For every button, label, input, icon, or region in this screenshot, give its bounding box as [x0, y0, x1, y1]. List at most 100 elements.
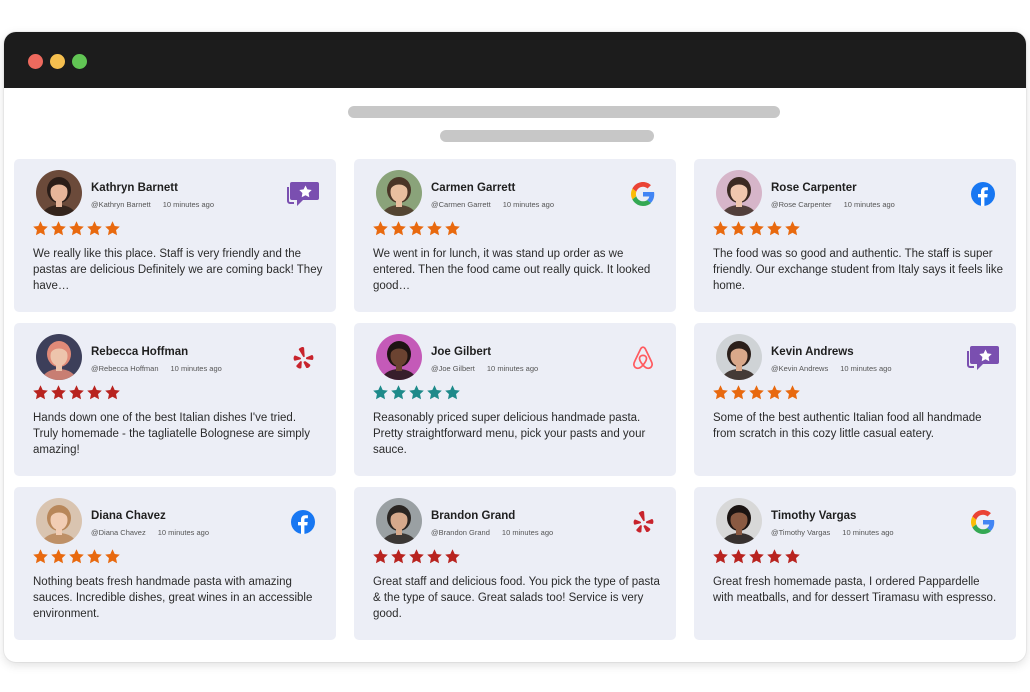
reviewer-handle: @Carmen Garrett [431, 200, 491, 209]
review-time: 10 minutes ago [157, 528, 210, 537]
star-icon [50, 548, 67, 565]
avatar [36, 334, 82, 380]
star-icon [372, 548, 389, 565]
star-icon [748, 548, 765, 565]
star-rating [372, 384, 461, 401]
star-icon [444, 548, 461, 565]
reviewer-name: Brandon Grand [431, 510, 516, 522]
reviewer-handle: @Diana Chavez [91, 528, 146, 537]
star-icon [408, 220, 425, 237]
star-rating [32, 220, 121, 237]
airbnb-icon [626, 343, 660, 373]
star-rating [712, 548, 801, 565]
review-card[interactable]: Timothy Vargas @Timothy Vargas 10 minutes … [694, 487, 1016, 640]
reviewer-handle: @Rose Carpenter [771, 200, 832, 209]
review-time: 10 minutes ago [502, 200, 555, 209]
review-meta: @Rose Carpenter 10 minutes ago [771, 200, 895, 209]
star-icon [372, 220, 389, 237]
star-rating [372, 548, 461, 565]
review-text: Reasonably priced super delicious handma… [373, 412, 646, 456]
review-time: 10 minutes ago [162, 200, 215, 209]
review-meta: @Rebecca Hoffman 10 minutes ago [91, 364, 222, 373]
reviewer-name: Rebecca Hoffman [91, 346, 189, 358]
star-rating [372, 220, 461, 237]
star-icon [712, 220, 729, 237]
avatar [716, 170, 762, 216]
testimonial-icon [966, 343, 1000, 373]
review-text: Hands down one of the best Italian dishe… [33, 412, 310, 456]
maximize-window-button[interactable] [72, 54, 87, 69]
review-time: 10 minutes ago [843, 200, 895, 209]
close-window-button[interactable] [28, 54, 43, 69]
placeholder-subheading-bar [440, 130, 654, 142]
star-rating [712, 220, 801, 237]
placeholder-heading-bar [348, 106, 780, 118]
star-icon [712, 384, 729, 401]
review-card[interactable]: Rebecca Hoffman @Rebecca Hoffman 10 minute… [14, 323, 336, 476]
browser-window: Kathryn Barnett @Kathryn Barnett 10 minute… [4, 32, 1026, 662]
star-icon [32, 548, 49, 565]
yelp-icon [626, 507, 660, 537]
facebook-icon [966, 179, 1000, 209]
reviewer-handle: @Kevin Andrews [771, 364, 829, 373]
title-bar [4, 32, 1026, 88]
star-icon [86, 548, 103, 565]
yelp-icon [286, 343, 320, 373]
review-meta: @Joe Gilbert 10 minutes ago [431, 364, 538, 373]
facebook-icon [286, 507, 320, 537]
star-icon [712, 548, 729, 565]
star-icon [32, 220, 49, 237]
avatar [376, 170, 422, 216]
star-icon [390, 548, 407, 565]
review-card[interactable]: Diana Chavez @Diana Chavez 10 minutes ago N… [14, 487, 336, 640]
avatar [716, 334, 762, 380]
google-icon [966, 507, 1000, 537]
review-text: We really like this place. Staff is very… [33, 248, 323, 292]
star-icon [104, 384, 121, 401]
reviewer-name: Kevin Andrews [771, 346, 854, 358]
reviewer-name: Diana Chavez [91, 510, 166, 522]
star-icon [730, 384, 747, 401]
review-meta: @Timothy Vargas 10 minutes ago [771, 528, 894, 537]
reviewer-handle: @Brandon Grand [431, 528, 490, 537]
reviewer-handle: @Kathryn Barnett [91, 200, 151, 209]
star-icon [748, 384, 765, 401]
reviewer-name: Timothy Vargas [771, 510, 857, 522]
avatar [376, 498, 422, 544]
review-card[interactable]: Kevin Andrews @Kevin Andrews 10 minutes ag… [694, 323, 1016, 476]
star-icon [50, 384, 67, 401]
star-icon [766, 384, 783, 401]
avatar [36, 170, 82, 216]
review-time: 10 minutes ago [501, 528, 554, 537]
star-icon [784, 548, 801, 565]
star-icon [426, 384, 443, 401]
star-rating [32, 548, 121, 565]
testimonial-icon [286, 179, 320, 209]
star-icon [86, 220, 103, 237]
minimize-window-button[interactable] [50, 54, 65, 69]
star-icon [784, 384, 801, 401]
review-card[interactable]: Kathryn Barnett @Kathryn Barnett 10 minute… [14, 159, 336, 312]
star-icon [444, 384, 461, 401]
review-meta: @Diana Chavez 10 minutes ago [91, 528, 209, 537]
reviewer-name: Kathryn Barnett [91, 182, 178, 194]
star-rating [32, 384, 121, 401]
review-card[interactable]: Rose Carpenter @Rose Carpenter 10 minutes … [694, 159, 1016, 312]
review-card[interactable]: Joe Gilbert @Joe Gilbert 10 minutes ago Rea… [354, 323, 676, 476]
review-meta: @Kathryn Barnett 10 minutes ago [91, 200, 214, 209]
star-icon [104, 220, 121, 237]
star-icon [104, 548, 121, 565]
avatar [716, 498, 762, 544]
review-time: 10 minutes ago [840, 364, 892, 373]
review-time: 10 minutes ago [170, 364, 222, 373]
review-time: 10 minutes ago [486, 364, 539, 373]
star-icon [730, 548, 747, 565]
review-card[interactable]: Brandon Grand @Brandon Grand 10 minutes ag… [354, 487, 676, 640]
reviewer-handle: @Joe Gilbert [431, 364, 475, 373]
review-card[interactable]: Carmen Garrett @Carmen Garrett 10 minutes … [354, 159, 676, 312]
star-rating [712, 384, 801, 401]
review-time: 10 minutes ago [842, 528, 894, 537]
star-icon [408, 384, 425, 401]
star-icon [68, 384, 85, 401]
review-text: Great fresh homemade pasta, I ordered Pa… [713, 576, 997, 604]
